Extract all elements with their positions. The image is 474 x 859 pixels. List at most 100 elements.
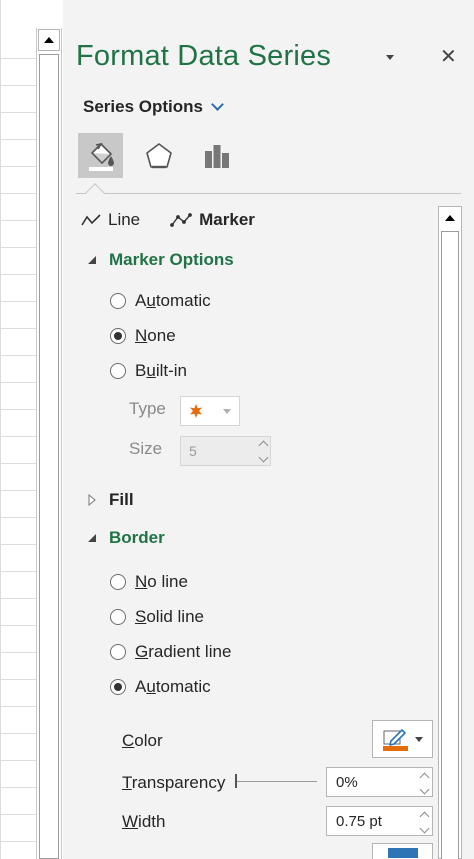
border-radio-no-line[interactable]: No line (110, 572, 188, 592)
close-icon: ✕ (440, 46, 457, 68)
tab-series-options[interactable] (194, 133, 239, 178)
column-gridline (0, 0, 1, 859)
pane-scrollbar[interactable] (438, 206, 462, 859)
row-gridline (0, 58, 36, 59)
tab-fill-line[interactable] (78, 133, 123, 178)
collapsed-caret-icon (88, 494, 96, 506)
row-gridline (0, 733, 36, 734)
row-gridline (0, 517, 36, 518)
pentagon-effects-icon (145, 142, 172, 168)
marker-type-dropdown[interactable] (180, 396, 240, 426)
row-gridline (0, 166, 36, 167)
paint-bucket-icon (88, 142, 114, 171)
transparency-spinner[interactable]: 0% (326, 767, 433, 797)
active-tab-pointer (85, 183, 105, 203)
row-gridline (0, 274, 36, 275)
row-gridline (0, 436, 36, 437)
row-gridline (0, 814, 36, 815)
sheet-vertical-scrollbar[interactable] (36, 28, 62, 859)
row-gridline (0, 652, 36, 653)
row-gridline (0, 409, 36, 410)
arrow-up-icon (445, 215, 455, 221)
row-gridline (0, 193, 36, 194)
compound-type-dropdown[interactable] (372, 843, 433, 859)
caret-down-icon (386, 54, 394, 60)
pen-color-icon (383, 729, 408, 751)
worksheet-area[interactable] (0, 0, 36, 859)
marker-radio-none[interactable]: None (110, 326, 176, 346)
spin-buttons[interactable] (419, 810, 430, 834)
row-gridline (0, 787, 36, 788)
chevron-down-icon[interactable] (258, 452, 269, 463)
chevron-up-icon[interactable] (419, 772, 430, 783)
radio-button[interactable] (110, 293, 126, 309)
marker-size-spinner[interactable]: 5 (180, 436, 271, 466)
bar-chart-icon (204, 144, 229, 168)
row-gridline (0, 598, 36, 599)
row-gridline (0, 679, 36, 680)
chevron-up-icon[interactable] (419, 811, 430, 822)
marker-size-value: 5 (189, 443, 197, 459)
marker-star-icon (190, 404, 202, 418)
tab-effects[interactable] (136, 133, 181, 178)
radio-button[interactable] (110, 574, 126, 590)
radio-label: Automatic (135, 291, 211, 310)
caret-down-icon (415, 736, 423, 742)
section-border[interactable]: Border (87, 528, 165, 548)
close-button[interactable]: ✕ (440, 44, 457, 69)
radio-button[interactable] (110, 609, 126, 625)
transparency-slider-thumb[interactable] (235, 774, 237, 788)
pane-scroll-up-button[interactable] (439, 207, 461, 229)
section-fill-label: Fill (109, 490, 134, 509)
chevron-down-icon (211, 98, 224, 111)
pane-scroll-thumb[interactable] (441, 231, 459, 859)
radio-button-selected[interactable] (110, 328, 126, 344)
spin-buttons[interactable] (258, 439, 269, 463)
row-gridline (0, 112, 36, 113)
row-gridline (0, 571, 36, 572)
chevron-down-icon[interactable] (419, 784, 430, 795)
border-radio-gradient-line[interactable]: Gradient line (110, 642, 231, 662)
section-fill[interactable]: Fill (87, 490, 134, 510)
line-marker-tabs: Line Marker (81, 210, 255, 230)
scroll-thumb[interactable] (39, 54, 59, 859)
row-gridline (0, 220, 36, 221)
radio-button[interactable] (110, 363, 126, 379)
width-spinner[interactable]: 0.75 pt (326, 806, 433, 836)
transparency-slider-track[interactable] (237, 781, 317, 782)
tab-marker[interactable]: Marker (170, 210, 255, 230)
chevron-up-icon[interactable] (258, 440, 269, 451)
section-marker-options[interactable]: Marker Options (87, 250, 234, 270)
tab-line[interactable]: Line (81, 210, 140, 230)
spin-buttons[interactable] (419, 771, 430, 795)
width-label: Width (122, 812, 166, 831)
category-tabs (78, 133, 239, 178)
radio-button[interactable] (110, 644, 126, 660)
series-options-label: Series Options (83, 97, 203, 116)
tab-divider (76, 193, 461, 194)
border-color-picker[interactable] (372, 720, 433, 758)
pane-options-button[interactable] (383, 50, 397, 64)
size-label: Size (129, 439, 163, 458)
row-gridline (0, 328, 36, 329)
border-radio-solid-line[interactable]: Solid line (110, 607, 204, 627)
radio-label: Built-in (135, 361, 187, 380)
border-radio-automatic[interactable]: Automatic (110, 677, 211, 697)
radio-button-selected[interactable] (110, 679, 126, 695)
marker-radio-automatic[interactable]: Automatic (110, 291, 211, 311)
row-gridline (0, 139, 36, 140)
radio-label: No line (135, 572, 188, 591)
row-gridline (0, 706, 36, 707)
scroll-up-button[interactable] (38, 29, 60, 51)
caret-down-icon (223, 408, 231, 414)
width-value: 0.75 pt (336, 812, 382, 830)
series-options-dropdown[interactable]: Series Options (83, 97, 224, 117)
marker-radio-builtin[interactable]: Built-in (110, 361, 187, 381)
row-gridline (0, 544, 36, 545)
chevron-down-icon[interactable] (419, 823, 430, 834)
expanded-caret-icon (88, 256, 96, 264)
expanded-caret-icon (88, 534, 96, 542)
row-gridline (0, 760, 36, 761)
arrow-up-icon (44, 37, 54, 43)
row-gridline (0, 841, 36, 842)
